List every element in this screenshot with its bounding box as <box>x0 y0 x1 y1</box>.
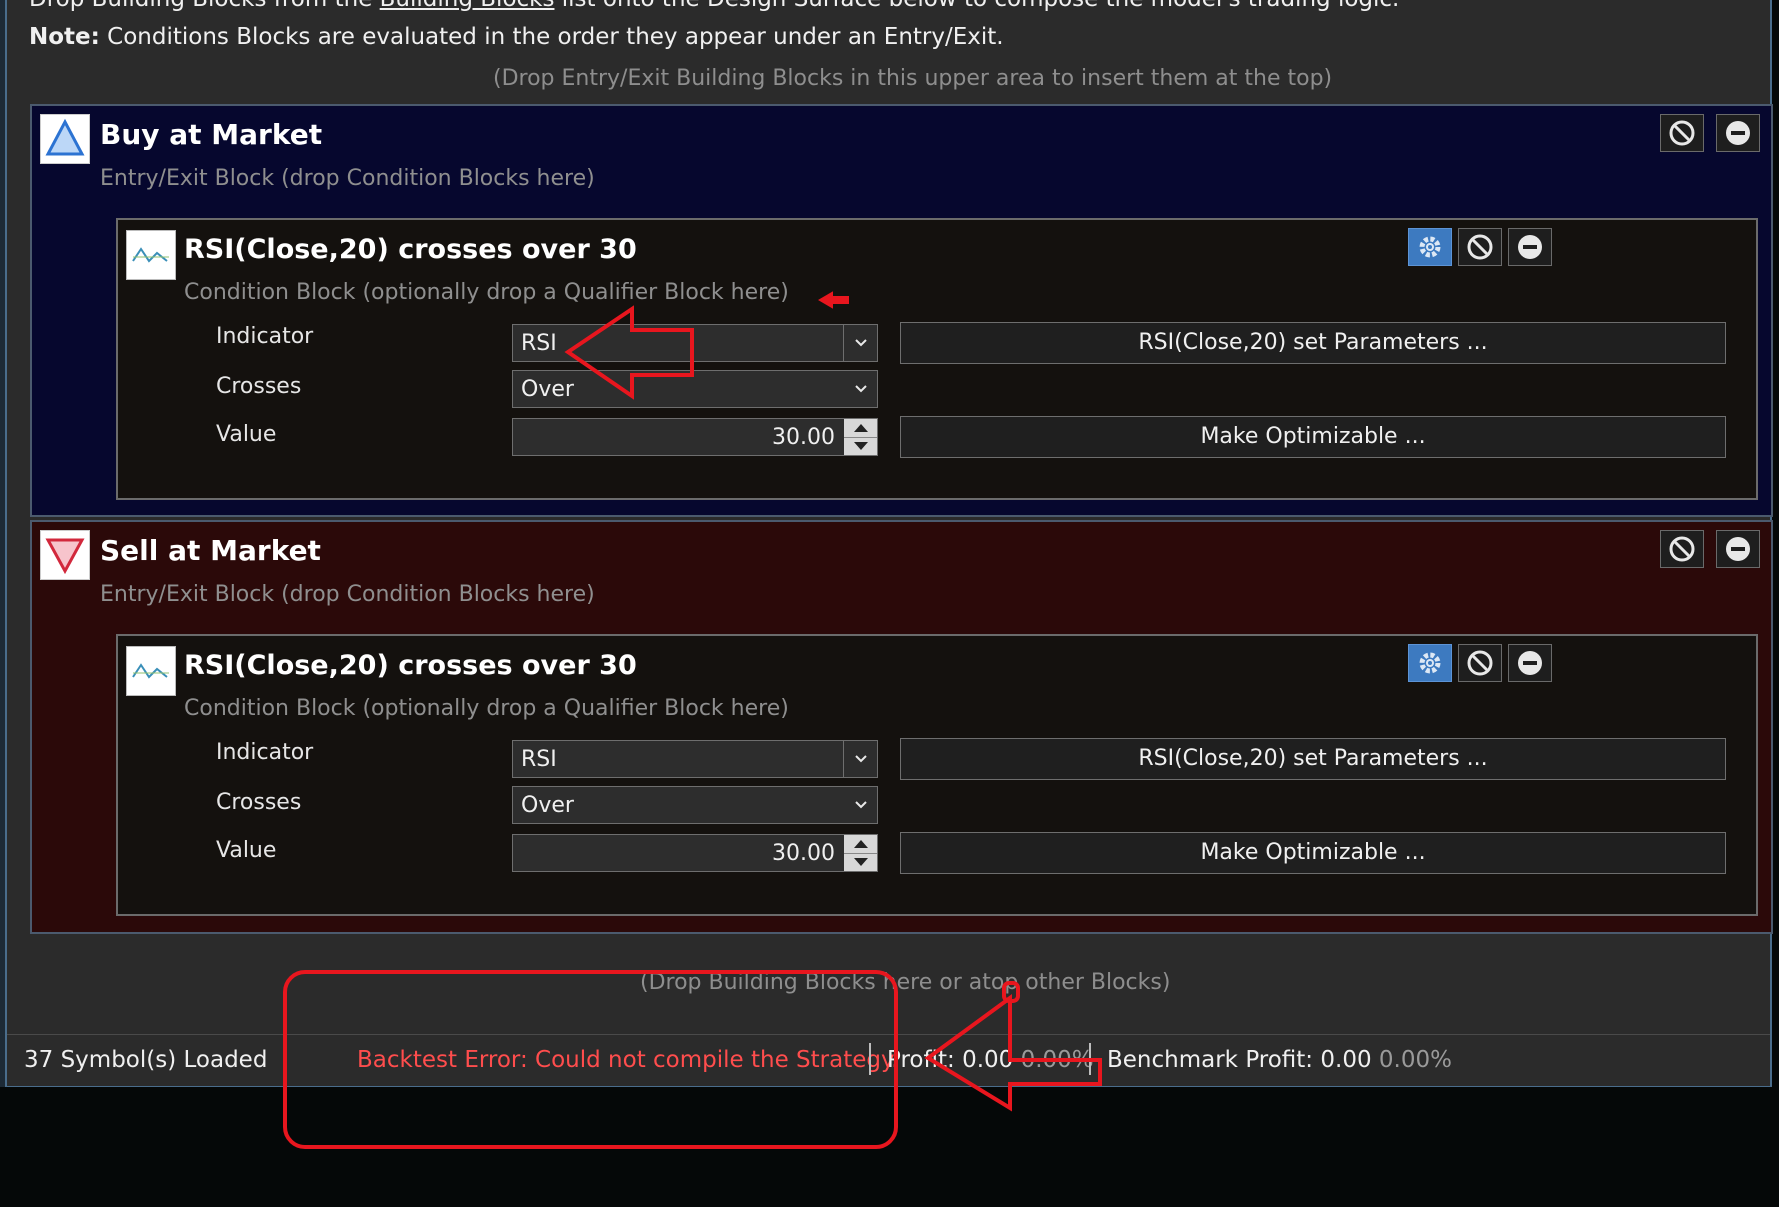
top-drop-hint: (Drop Entry/Exit Building Blocks in this… <box>493 66 1333 91</box>
disable-icon <box>1669 120 1695 146</box>
condition-title: RSI(Close,20) crosses over 30 <box>184 234 637 265</box>
remove-condition-button[interactable] <box>1508 644 1552 682</box>
gear-icon <box>1419 652 1441 674</box>
block-title: Buy at Market <box>100 118 323 151</box>
rsi-condition-block[interactable]: RSI(Close,20) crosses over 30 Condition … <box>116 218 1758 500</box>
remove-icon <box>1726 121 1750 145</box>
disable-block-button[interactable] <box>1660 114 1704 152</box>
value-spinner[interactable] <box>844 419 877 455</box>
strategy-designer-window: Drop Building Blocks from the Building B… <box>5 0 1773 1087</box>
profit-readout: Profit: 0.00 0.00% <box>887 1047 1094 1073</box>
crosses-select[interactable]: Over <box>512 370 878 408</box>
disable-condition-button[interactable] <box>1458 228 1502 266</box>
spinner-down-icon[interactable] <box>844 852 877 872</box>
chevron-down-icon <box>843 741 877 777</box>
instruction-text: Drop Building Blocks from the Building B… <box>29 0 1399 12</box>
crosses-select[interactable]: Over <box>512 786 878 824</box>
block-subtitle: Entry/Exit Block (drop Condition Blocks … <box>100 166 595 191</box>
condition-subtitle: Condition Block (optionally drop a Quali… <box>184 280 789 305</box>
value-label: Value <box>216 838 277 863</box>
condition-title: RSI(Close,20) crosses over 30 <box>184 650 637 681</box>
remove-block-button[interactable] <box>1716 530 1760 568</box>
set-parameters-button[interactable]: RSI(Close,20) set Parameters ... <box>900 738 1726 780</box>
buy-at-market-block[interactable]: Buy at Market Entry/Exit Block (drop Con… <box>30 104 1773 517</box>
crosses-label: Crosses <box>216 374 302 399</box>
gear-icon <box>1419 236 1441 258</box>
status-bar: 37 Symbol(s) Loaded Backtest Error: Coul… <box>7 1034 1770 1086</box>
triangle-up-icon <box>40 114 90 164</box>
building-blocks-link[interactable]: Building Blocks <box>380 0 555 12</box>
chevron-down-icon <box>844 371 877 407</box>
disable-icon <box>1467 650 1493 676</box>
status-divider <box>869 1043 871 1075</box>
make-optimizable-button[interactable]: Make Optimizable ... <box>900 832 1726 874</box>
block-title: Sell at Market <box>100 534 321 567</box>
value-input[interactable]: 30.00 <box>512 834 878 872</box>
crosses-label: Crosses <box>216 790 302 815</box>
rsi-condition-block[interactable]: RSI(Close,20) crosses over 30 Condition … <box>116 634 1758 916</box>
disable-block-button[interactable] <box>1660 530 1704 568</box>
benchmark-profit-readout: Benchmark Profit: 0.00 0.00% <box>1107 1047 1452 1073</box>
indicator-wave-icon <box>126 230 176 280</box>
indicator-label: Indicator <box>216 324 314 349</box>
remove-icon <box>1518 235 1542 259</box>
indicator-select[interactable]: RSI <box>512 740 878 778</box>
chevron-down-icon <box>844 787 877 823</box>
remove-condition-button[interactable] <box>1508 228 1552 266</box>
disable-icon <box>1669 536 1695 562</box>
remove-icon <box>1518 651 1542 675</box>
backtest-error: Backtest Error: Could not compile the St… <box>357 1047 899 1073</box>
indicator-select[interactable]: RSI <box>512 324 878 362</box>
spinner-up-icon[interactable] <box>844 419 877 437</box>
disable-icon <box>1467 234 1493 260</box>
block-subtitle: Entry/Exit Block (drop Condition Blocks … <box>100 582 595 607</box>
disable-condition-button[interactable] <box>1458 644 1502 682</box>
make-optimizable-button[interactable]: Make Optimizable ... <box>900 416 1726 458</box>
set-parameters-button[interactable]: RSI(Close,20) set Parameters ... <box>900 322 1726 364</box>
remove-icon <box>1726 537 1750 561</box>
symbols-loaded: 37 Symbol(s) Loaded <box>24 1047 268 1073</box>
status-divider <box>1089 1043 1091 1075</box>
settings-button[interactable] <box>1408 228 1452 266</box>
remove-block-button[interactable] <box>1716 114 1760 152</box>
value-spinner[interactable] <box>844 835 877 871</box>
condition-subtitle: Condition Block (optionally drop a Quali… <box>184 696 789 721</box>
triangle-down-icon <box>40 530 90 580</box>
settings-button[interactable] <box>1408 644 1452 682</box>
indicator-label: Indicator <box>216 740 314 765</box>
bottom-drop-hint: (Drop Building Blocks here or atop other… <box>640 970 1171 995</box>
value-label: Value <box>216 422 277 447</box>
spinner-up-icon[interactable] <box>844 835 877 853</box>
note-text: Note: Conditions Blocks are evaluated in… <box>29 24 1004 50</box>
sell-at-market-block[interactable]: Sell at Market Entry/Exit Block (drop Co… <box>30 520 1773 934</box>
chevron-down-icon <box>843 325 877 361</box>
indicator-wave-icon <box>126 646 176 696</box>
value-input[interactable]: 30.00 <box>512 418 878 456</box>
spinner-down-icon[interactable] <box>844 436 877 456</box>
